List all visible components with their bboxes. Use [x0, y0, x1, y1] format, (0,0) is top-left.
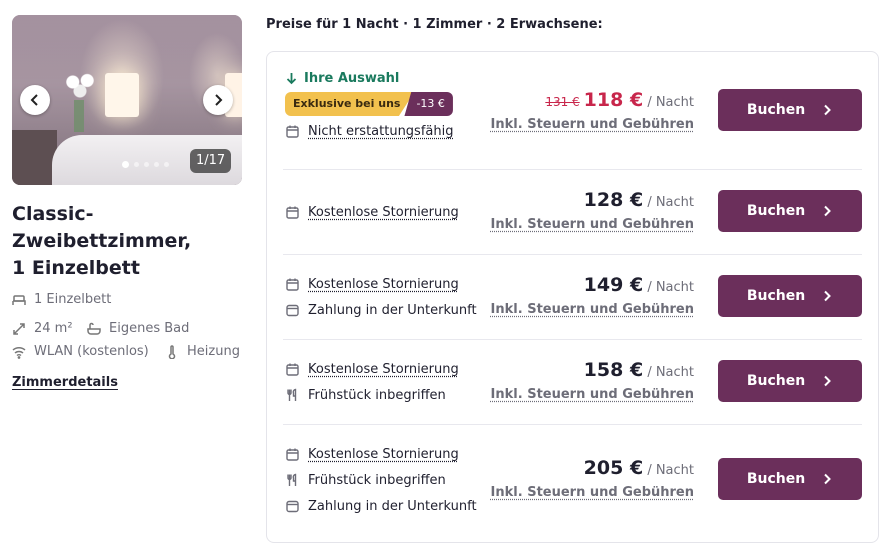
- prices-heading: Preise für 1 Nacht · 1 Zimmer · 2 Erwach…: [266, 17, 603, 32]
- per-night-label: / Nacht: [647, 365, 694, 380]
- calendar-icon: [286, 448, 299, 461]
- rate-option: Kostenlose Stornierung 128 € / Nacht Ink…: [283, 169, 862, 255]
- gallery-dot[interactable]: [164, 162, 169, 167]
- old-price: 131 €: [545, 95, 580, 109]
- price: 118 €: [583, 89, 644, 111]
- rate-option: Kostenlose Stornierung Zahlung in der Un…: [283, 254, 862, 340]
- gallery-counter: 1/17: [190, 149, 232, 173]
- cancellation-policy[interactable]: Kostenlose Stornierung: [285, 441, 477, 467]
- room-photo-gallery[interactable]: 1/17: [12, 15, 242, 185]
- breakfast-option: Frühstück inbegriffen: [285, 382, 459, 408]
- room-details-link[interactable]: Zimmerdetails: [12, 375, 118, 390]
- chevron-left-icon: [30, 94, 38, 106]
- per-night-label: / Nacht: [647, 463, 694, 478]
- book-button[interactable]: Buchen: [718, 89, 862, 131]
- book-button[interactable]: Buchen: [718, 458, 862, 500]
- price-box: 128 € / Nacht Inkl. Steuern und Gebühren: [491, 189, 694, 232]
- payment-option: Zahlung in der Unterkunft: [285, 297, 477, 323]
- rate-option: Ihre Auswahl Exklusive bei uns -13 € Nic…: [283, 52, 862, 170]
- cancellation-policy[interactable]: Kostenlose Stornierung: [285, 199, 459, 225]
- price: 158 €: [583, 359, 644, 381]
- book-button[interactable]: Buchen: [718, 275, 862, 317]
- thermometer-icon: [168, 344, 176, 359]
- gallery-dot[interactable]: [134, 162, 139, 167]
- gallery-next-button[interactable]: [203, 85, 233, 115]
- chevron-right-icon: [824, 104, 832, 116]
- wallet-icon: [286, 304, 299, 316]
- tax-note[interactable]: Inkl. Steuern und Gebühren: [491, 217, 694, 232]
- gallery-dot[interactable]: [122, 161, 129, 168]
- gallery-dot[interactable]: [154, 162, 159, 167]
- rate-option: Kostenlose Stornierung Frühstück inbegri…: [283, 424, 862, 542]
- book-button[interactable]: Buchen: [718, 360, 862, 402]
- chevron-right-icon: [824, 205, 832, 217]
- tax-note[interactable]: Inkl. Steuern und Gebühren: [491, 302, 694, 317]
- per-night-label: / Nacht: [647, 195, 694, 210]
- room-summary: 1/17 Classic-Zweibettzimmer, 1 Einzelbet…: [12, 15, 242, 390]
- feature-bed: 1 Einzelbett: [12, 292, 242, 307]
- feature-bathroom: Eigenes Bad: [87, 321, 189, 336]
- wifi-icon: [12, 346, 26, 359]
- price-box: 158 € / Nacht Inkl. Steuern und Gebühren: [491, 359, 694, 402]
- calendar-icon: [286, 278, 299, 291]
- cutlery-icon: [287, 473, 297, 486]
- exclusive-badge: Exklusive bei uns -13 €: [285, 92, 453, 116]
- chevron-right-icon: [824, 375, 832, 387]
- breakfast-option: Frühstück inbegriffen: [285, 467, 477, 493]
- arrow-down-icon: [286, 72, 297, 84]
- cutlery-icon: [287, 388, 297, 401]
- cancellation-policy[interactable]: Kostenlose Stornierung: [285, 356, 459, 382]
- tax-note[interactable]: Inkl. Steuern und Gebühren: [491, 387, 694, 402]
- tax-note[interactable]: Inkl. Steuern und Gebühren: [491, 485, 694, 500]
- tax-note[interactable]: Inkl. Steuern und Gebühren: [491, 117, 694, 132]
- price: 149 €: [583, 274, 644, 296]
- cancellation-policy[interactable]: Nicht erstattungsfähig: [285, 118, 453, 144]
- chevron-right-icon: [824, 290, 832, 302]
- price-box: 149 € / Nacht Inkl. Steuern und Gebühren: [491, 274, 694, 317]
- room-title: Classic-Zweibettzimmer, 1 Einzelbett: [12, 203, 192, 279]
- payment-option: Zahlung in der Unterkunft: [285, 493, 477, 519]
- feature-size: 24 m²: [12, 321, 87, 336]
- chevron-right-icon: [215, 94, 223, 106]
- rate-options-card: Ihre Auswahl Exklusive bei uns -13 € Nic…: [266, 51, 879, 543]
- gallery-dots: [122, 161, 169, 168]
- feature-heating: Heizung: [165, 344, 240, 359]
- bed-icon: [12, 294, 26, 305]
- calendar-icon: [286, 206, 299, 219]
- per-night-label: / Nacht: [647, 95, 694, 110]
- gallery-prev-button[interactable]: [20, 85, 50, 115]
- calendar-icon: [286, 363, 299, 376]
- price: 128 €: [583, 189, 644, 211]
- chevron-right-icon: [824, 473, 832, 485]
- price-box: 205 € / Nacht Inkl. Steuern und Gebühren: [491, 457, 694, 500]
- your-selection-label: Ihre Auswahl: [285, 68, 453, 88]
- rate-option: Kostenlose Stornierung Frühstück inbegri…: [283, 339, 862, 425]
- price: 205 €: [583, 457, 644, 479]
- cancellation-policy[interactable]: Kostenlose Stornierung: [285, 271, 477, 297]
- gallery-dot[interactable]: [144, 162, 149, 167]
- price-box: 131 €118 € / Nacht Inkl. Steuern und Geb…: [491, 89, 694, 132]
- wallet-icon: [286, 500, 299, 512]
- calendar-icon: [286, 125, 299, 138]
- book-button[interactable]: Buchen: [718, 190, 862, 232]
- per-night-label: / Nacht: [647, 280, 694, 295]
- feature-wifi: WLAN (kostenlos): [12, 344, 165, 359]
- expand-icon: [13, 322, 25, 335]
- bathtub-icon: [87, 322, 101, 335]
